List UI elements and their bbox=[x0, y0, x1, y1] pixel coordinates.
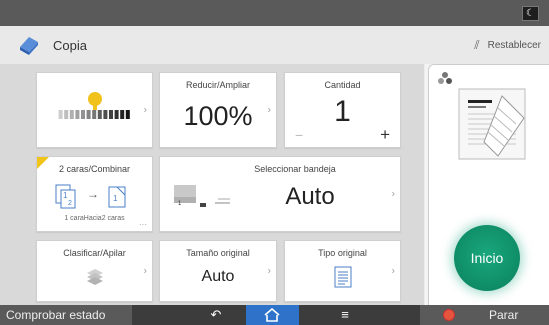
chevron-right-icon: › bbox=[143, 104, 147, 116]
chevron-right-icon: › bbox=[267, 104, 271, 116]
document-preview-icon bbox=[458, 88, 526, 160]
reset-label: Restablecer bbox=[487, 40, 541, 51]
home-icon bbox=[264, 308, 280, 322]
duplex-combine-tile[interactable]: 2 caras/Combinar 1 2 1 → 1 caraHacia2 ca… bbox=[36, 156, 153, 232]
more-icon: ··· bbox=[139, 220, 147, 229]
check-status-button[interactable]: Comprobar estado bbox=[0, 305, 132, 325]
original-size-title: Tamaño original bbox=[186, 248, 250, 258]
chevron-right-icon: › bbox=[391, 188, 395, 200]
duplex-title: 2 caras/Combinar bbox=[58, 164, 131, 174]
select-tray-tile[interactable]: Seleccionar bandeja 1 Auto › bbox=[159, 156, 401, 232]
density-bar bbox=[64, 110, 69, 119]
density-bar bbox=[103, 110, 108, 119]
chevron-right-icon: › bbox=[267, 265, 271, 277]
density-tile[interactable]: › bbox=[36, 72, 153, 148]
quantity-value: 1 bbox=[334, 95, 351, 128]
moon-icon[interactable]: ☾ bbox=[522, 6, 539, 21]
density-bar bbox=[120, 110, 125, 119]
app-title: Copia bbox=[53, 38, 87, 53]
original-type-title: Tipo original bbox=[318, 248, 367, 258]
quantity-title: Cantidad bbox=[324, 80, 361, 90]
quantity-increase-button[interactable]: + bbox=[380, 125, 390, 145]
sort-title: Clasificar/Apilar bbox=[63, 248, 126, 258]
original-size-tile[interactable]: Tamaño original Auto › bbox=[159, 240, 277, 302]
stop-icon[interactable] bbox=[443, 309, 455, 321]
density-bar bbox=[58, 110, 63, 119]
density-bar bbox=[86, 110, 91, 119]
svg-text:2: 2 bbox=[68, 200, 72, 207]
sort-stack-icon bbox=[87, 269, 103, 285]
svg-text:1: 1 bbox=[63, 191, 68, 200]
density-bar bbox=[114, 110, 119, 119]
reduce-enlarge-tile[interactable]: Reducir/Ampliar 100% › bbox=[159, 72, 277, 148]
density-bar bbox=[81, 110, 85, 119]
reduce-enlarge-title: Reducir/Ampliar bbox=[185, 80, 251, 90]
svg-text:1: 1 bbox=[113, 194, 118, 203]
original-size-value: Auto bbox=[201, 268, 235, 285]
density-bar bbox=[69, 110, 74, 119]
quantity-decrease-button[interactable]: − bbox=[295, 127, 303, 143]
chevron-right-icon: › bbox=[391, 265, 395, 277]
density-bar bbox=[125, 110, 130, 119]
document-text-icon bbox=[334, 266, 352, 288]
sort-stack-tile[interactable]: Clasificar/Apilar › bbox=[36, 240, 153, 302]
reduce-enlarge-value: 100% bbox=[183, 101, 253, 131]
duplex-arrow: → bbox=[87, 187, 99, 201]
chevron-right-icon: › bbox=[143, 265, 147, 277]
reset-button[interactable]: ⫽ Restablecer bbox=[474, 38, 541, 53]
menu-button[interactable]: ≡ bbox=[320, 305, 370, 325]
density-bar bbox=[109, 110, 113, 119]
density-bar bbox=[92, 110, 97, 119]
reset-icon: ⫽ bbox=[474, 38, 480, 52]
original-type-tile[interactable]: Tipo original › bbox=[284, 240, 401, 302]
copy-app-icon bbox=[20, 37, 38, 55]
quantity-tile[interactable]: Cantidad 1 − + bbox=[284, 72, 401, 148]
tray-value: Auto bbox=[285, 183, 335, 210]
color-dots-icon bbox=[438, 72, 452, 84]
density-bar bbox=[97, 110, 102, 119]
tray-title: Seleccionar bandeja bbox=[254, 164, 336, 174]
system-bar bbox=[0, 0, 549, 26]
start-button[interactable]: Inicio bbox=[454, 225, 520, 291]
density-bar bbox=[75, 110, 80, 119]
stop-area bbox=[420, 305, 549, 325]
density-icon bbox=[58, 92, 130, 119]
back-button[interactable]: ↶ bbox=[196, 305, 236, 325]
duplex-caption: 1 caraHacia2 caras bbox=[64, 215, 125, 222]
stop-button[interactable]: Parar bbox=[489, 305, 518, 325]
home-button[interactable] bbox=[246, 305, 299, 325]
